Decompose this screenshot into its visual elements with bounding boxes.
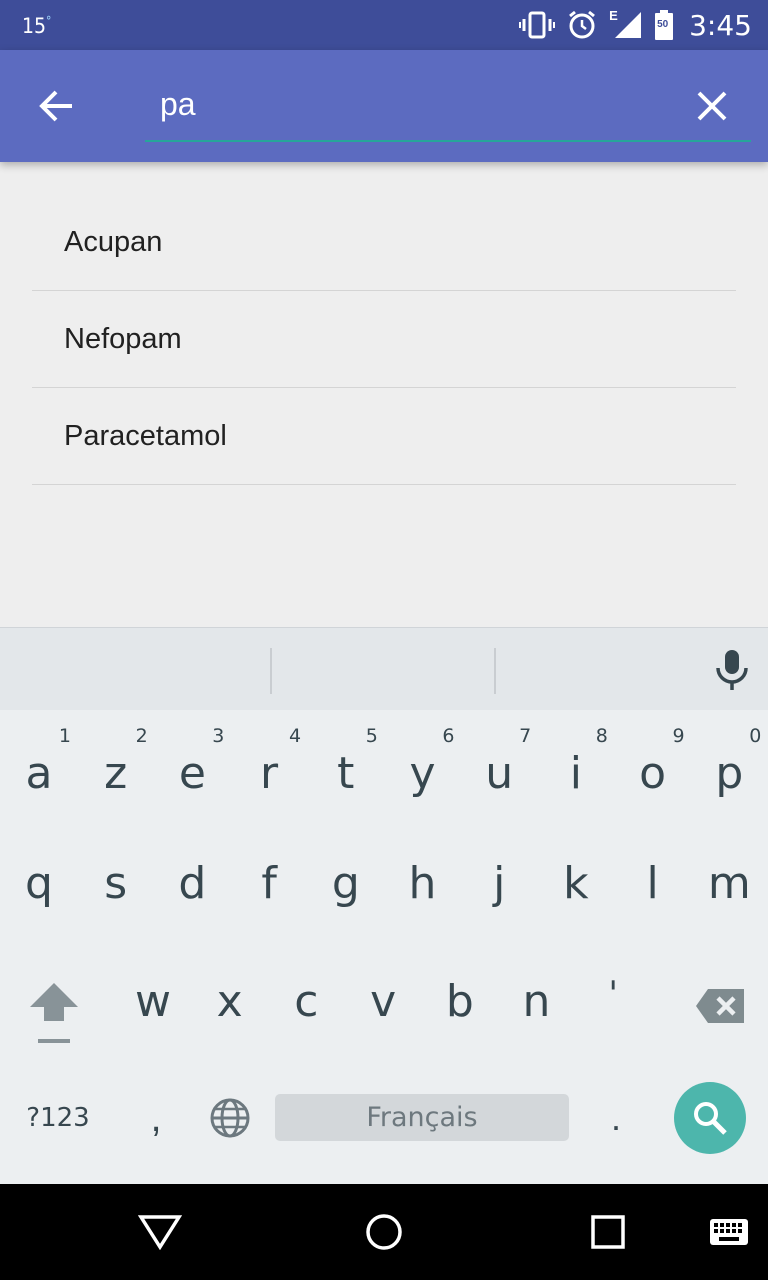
- key-apostrophe[interactable]: ': [575, 946, 651, 1056]
- result-item-nefopam[interactable]: Nefopam: [32, 291, 736, 388]
- battery-level: 50: [657, 19, 669, 30]
- back-triangle-icon: [138, 1215, 182, 1250]
- suggestion-divider: [494, 648, 496, 694]
- key-hint: 6: [442, 725, 455, 747]
- key-letter: p: [715, 747, 744, 799]
- key-hint: 0: [749, 725, 762, 747]
- search-toolbar: [0, 50, 768, 162]
- key-e[interactable]: 3e: [154, 713, 230, 823]
- key-letter: u: [485, 747, 514, 799]
- key-hint: 8: [595, 725, 608, 747]
- key-d[interactable]: d: [154, 828, 230, 938]
- key-hint: 3: [212, 725, 225, 747]
- signal-icon: E: [609, 8, 643, 40]
- key-a[interactable]: 1a: [1, 713, 77, 823]
- temperature-value: 15: [22, 14, 47, 38]
- key-y[interactable]: 6y: [385, 713, 461, 823]
- search-action-key[interactable]: [674, 1082, 746, 1154]
- nav-recents-button[interactable]: [568, 1184, 648, 1280]
- shift-icon: [30, 983, 78, 1043]
- soft-keyboard: ?123 , Français . 1a2z3e4r5t6y7u8i9o0pqs…: [0, 627, 768, 1184]
- result-item-acupan[interactable]: Acupan: [32, 194, 736, 291]
- key-z[interactable]: 2z: [78, 713, 154, 823]
- key-hint: 2: [135, 725, 148, 747]
- backspace-key[interactable]: [680, 968, 760, 1044]
- search-input-underline: [145, 140, 751, 142]
- key-i[interactable]: 8i: [538, 713, 614, 823]
- battery-icon: 50: [655, 10, 674, 40]
- key-p[interactable]: 0p: [691, 713, 767, 823]
- arrow-left-icon: [39, 90, 72, 122]
- key-k[interactable]: k: [538, 828, 614, 938]
- result-label: Nefopam: [64, 322, 182, 355]
- key-letter: e: [178, 747, 206, 799]
- language-key[interactable]: [200, 1088, 260, 1148]
- alarm-icon: [567, 10, 597, 40]
- navigation-bar: [0, 1184, 768, 1280]
- globe-icon: [210, 1098, 250, 1138]
- period-key[interactable]: .: [578, 1080, 654, 1156]
- symbols-key[interactable]: ?123: [20, 1088, 96, 1148]
- search-input[interactable]: [145, 76, 705, 132]
- key-q[interactable]: q: [1, 828, 77, 938]
- key-f[interactable]: f: [231, 828, 307, 938]
- result-item-paracetamol[interactable]: Paracetamol: [32, 388, 736, 485]
- key-l[interactable]: l: [615, 828, 691, 938]
- degree-symbol: °: [46, 14, 52, 28]
- comma-key[interactable]: ,: [118, 1080, 194, 1156]
- key-letter: i: [569, 747, 582, 799]
- key-hint: 1: [58, 725, 71, 747]
- key-o[interactable]: 9o: [615, 713, 691, 823]
- clock: 3:45: [689, 8, 752, 42]
- suggestion-divider: [270, 648, 272, 694]
- key-g[interactable]: g: [308, 828, 384, 938]
- key-j[interactable]: j: [461, 828, 537, 938]
- keyboard-icon: [710, 1219, 748, 1245]
- vibrate-icon: [519, 11, 556, 39]
- key-r[interactable]: 4r: [231, 713, 307, 823]
- nav-home-button[interactable]: [344, 1184, 424, 1280]
- shift-key[interactable]: [14, 968, 94, 1058]
- clear-search-button[interactable]: [682, 76, 742, 136]
- key-u[interactable]: 7u: [461, 713, 537, 823]
- search-icon: [694, 1102, 727, 1135]
- voice-input-button[interactable]: [712, 648, 752, 697]
- key-m[interactable]: m: [691, 828, 767, 938]
- key-letter: a: [25, 747, 53, 799]
- weather-temperature: 15°: [22, 14, 51, 38]
- results-list: Acupan Nefopam Paracetamol: [32, 194, 736, 485]
- key-n[interactable]: n: [499, 946, 575, 1056]
- key-letter: t: [337, 747, 355, 799]
- key-t[interactable]: 5t: [308, 713, 384, 823]
- microphone-icon: [716, 650, 748, 690]
- key-hint: 7: [519, 725, 532, 747]
- key-c[interactable]: c: [268, 946, 344, 1056]
- key-x[interactable]: x: [192, 946, 268, 1056]
- nav-back-button[interactable]: [120, 1184, 200, 1280]
- keyboard-switch-button[interactable]: [700, 1184, 758, 1280]
- key-s[interactable]: s: [78, 828, 154, 938]
- result-label: Acupan: [64, 225, 163, 258]
- back-button[interactable]: [26, 76, 86, 136]
- close-icon: [697, 91, 727, 121]
- key-hint: 4: [289, 725, 302, 747]
- key-letter: r: [260, 747, 279, 799]
- key-letter: y: [409, 747, 436, 799]
- key-hint: 5: [365, 725, 378, 747]
- recents-square-icon: [591, 1215, 625, 1249]
- key-b[interactable]: b: [422, 946, 498, 1056]
- key-v[interactable]: v: [345, 946, 421, 1056]
- status-bar: 15° E 50 3:45: [0, 0, 768, 50]
- key-letter: z: [104, 747, 128, 799]
- key-letter: o: [639, 747, 667, 799]
- suggestion-strip: [0, 628, 768, 710]
- key-w[interactable]: w: [115, 946, 191, 1056]
- result-label: Paracetamol: [64, 419, 227, 452]
- key-h[interactable]: h: [385, 828, 461, 938]
- backspace-icon: [696, 989, 744, 1023]
- key-hint: 9: [672, 725, 685, 747]
- space-key[interactable]: Français: [275, 1094, 569, 1141]
- home-circle-icon: [366, 1214, 402, 1250]
